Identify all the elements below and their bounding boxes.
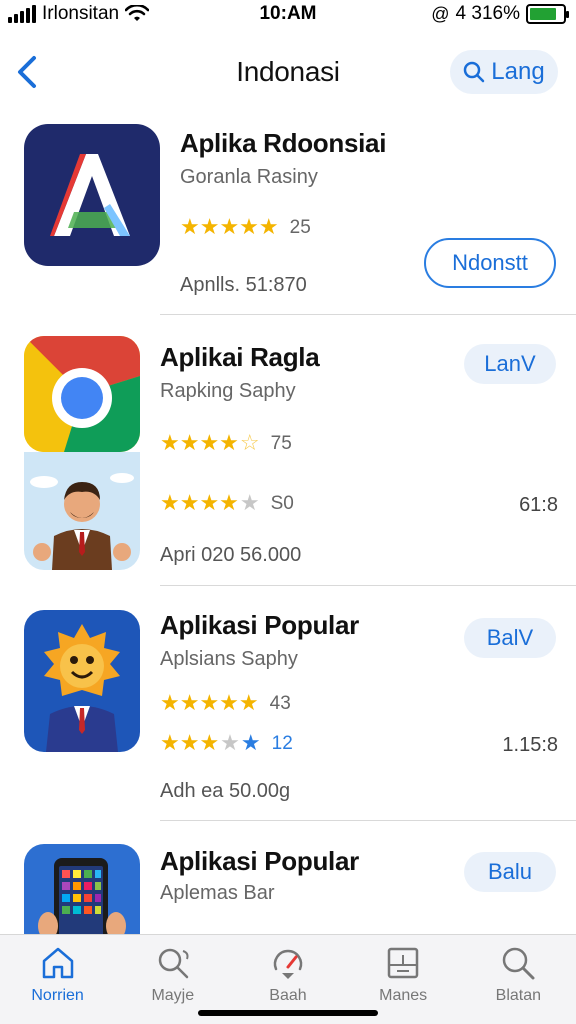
app-icon-lion-mascot[interactable] xyxy=(24,610,140,752)
app-list-item[interactable]: Aplikasi Popular Aplemas Bar Balu xyxy=(0,836,576,936)
battery-level xyxy=(530,8,556,20)
get-button[interactable]: BalV xyxy=(464,618,556,658)
battery-icon xyxy=(526,4,569,24)
divider xyxy=(160,585,576,586)
gauge-icon xyxy=(273,949,303,979)
app-meta: Apri 020 56.000 xyxy=(160,544,302,566)
rating-count: 75 xyxy=(270,432,292,454)
download-button[interactable]: Ndonstt xyxy=(424,238,556,288)
app-meta: Apnlls. 51:870 xyxy=(180,274,307,296)
app-subtitle: Aplsians Saphy xyxy=(160,648,298,670)
tab-label: Mayje xyxy=(151,987,195,1004)
search-icon xyxy=(464,61,485,83)
app-subtitle: Goranla Rasiny xyxy=(180,166,318,188)
rating-count: 43 xyxy=(269,692,291,714)
lion-mascot-icon xyxy=(44,624,120,752)
home-icon xyxy=(42,947,73,979)
rating-count: 25 xyxy=(289,216,311,238)
tab-label: Norrien xyxy=(31,987,84,1004)
secondary-rating-count: S0 xyxy=(270,492,294,514)
navigation-bar: Indonasi Lang xyxy=(0,40,576,104)
tab-label: Baah xyxy=(269,987,307,1004)
app-size: 1.15:8 xyxy=(502,734,558,756)
search-leaf-icon xyxy=(158,948,189,979)
man-avatar-icon xyxy=(30,473,134,570)
app-icon-browser[interactable] xyxy=(24,336,140,452)
tab-home[interactable]: Norrien xyxy=(8,935,108,1024)
tab-label: Manes xyxy=(379,987,428,1004)
rating-stars: ★★★★★ 43 xyxy=(160,690,291,715)
app-subtitle: Rapking Saphy xyxy=(160,380,296,402)
secondary-rating-stars: ★★★★ ★ S0 xyxy=(160,490,294,515)
app-name: Aplika Rdoonsiai xyxy=(180,128,387,158)
app-list-item[interactable]: Aplikasi Popular Aplsians Saphy ★★★★★ 43… xyxy=(0,600,576,820)
status-right: @ 4 316% xyxy=(431,3,569,25)
tab-search[interactable]: Blatan xyxy=(468,935,568,1024)
get-button[interactable]: LanV xyxy=(464,344,556,384)
app-icon-man-avatar[interactable] xyxy=(24,452,140,570)
divider xyxy=(160,820,576,821)
rating-stars: ★★★★★ 25 xyxy=(180,214,311,239)
app-list-item[interactable]: Aplikai Ragla Rapking Saphy ★★★★ ☆ 75 ★★★… xyxy=(0,330,576,590)
app-size: 61:8 xyxy=(519,494,558,516)
app-name: Aplikasi Popular xyxy=(160,610,359,640)
tab-label: Blatan xyxy=(495,987,542,1004)
phone-apps-icon xyxy=(38,858,126,936)
divider xyxy=(160,314,576,315)
search-icon xyxy=(503,947,535,980)
app-icon-a-logo[interactable] xyxy=(24,124,160,266)
document-icon xyxy=(387,947,419,979)
app-name: Aplikasi Popular xyxy=(160,846,359,876)
app-meta: Adh ea 50.00g xyxy=(160,780,291,802)
secondary-rating-count: 12 xyxy=(271,732,293,754)
app-list-item[interactable]: Aplika Rdoonsiai Goranla Rasiny ★★★★★ 25… xyxy=(0,118,576,318)
home-indicator xyxy=(198,1010,378,1016)
battery-percent: 4 316% xyxy=(455,3,520,24)
status-bar: Irlonsitan 10:AM @ 4 316% xyxy=(0,0,576,30)
tab-bar: Norrien Mayje Baah Manes Blatan xyxy=(0,934,576,1024)
browser-logo-icon xyxy=(24,336,140,452)
get-button[interactable]: Balu xyxy=(464,852,556,892)
alarm-icon: @ xyxy=(431,3,450,24)
app-name: Aplikai Ragla xyxy=(160,342,320,372)
secondary-rating-stars: ★★★ ★ ★ 12 xyxy=(160,730,293,755)
letter-a-logo-icon xyxy=(50,154,130,236)
rating-stars: ★★★★ ☆ 75 xyxy=(160,430,292,455)
app-icon-phone[interactable] xyxy=(24,844,140,936)
lang-label: Lang xyxy=(491,58,545,85)
lang-button[interactable]: Lang xyxy=(450,50,558,94)
app-subtitle: Aplemas Bar xyxy=(160,882,275,904)
